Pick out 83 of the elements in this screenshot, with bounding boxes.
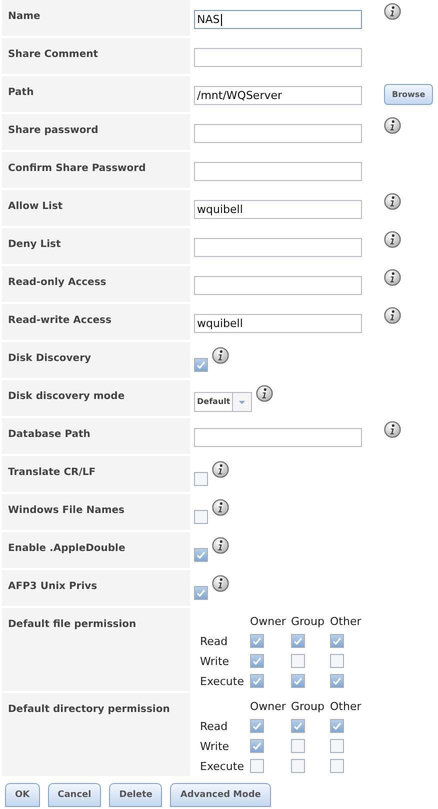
checkbox[interactable] xyxy=(194,472,208,486)
info-icon[interactable] xyxy=(384,3,401,20)
caret-icon xyxy=(238,400,246,404)
info-icon[interactable] xyxy=(212,461,229,478)
checkbox[interactable] xyxy=(291,719,305,733)
info-icon[interactable] xyxy=(212,499,229,516)
checkbox[interactable] xyxy=(194,586,208,600)
permission-label: Read xyxy=(200,634,229,648)
field-label: Share password xyxy=(2,114,190,150)
info-icon[interactable] xyxy=(212,537,229,554)
column-header: Group xyxy=(291,614,326,628)
checkbox[interactable] xyxy=(330,759,344,773)
field-label: Confirm Share Password xyxy=(2,152,190,188)
field-label: Read-write Access xyxy=(2,304,190,340)
field-label: Default directory permission xyxy=(2,693,190,776)
checkbox[interactable] xyxy=(250,674,264,688)
field-label: Share Comment xyxy=(2,38,190,74)
input-field[interactable]: wquibell xyxy=(194,314,362,333)
info-icon[interactable] xyxy=(256,385,274,402)
column-header: Group xyxy=(291,700,326,712)
field-label: Default file permission xyxy=(2,608,190,691)
permission-label: Read xyxy=(200,720,229,732)
checkbox[interactable] xyxy=(194,358,208,372)
info-icon[interactable] xyxy=(384,269,401,286)
column-header: Other xyxy=(330,700,362,712)
info-icon[interactable] xyxy=(212,347,229,364)
field-label: Path xyxy=(2,76,190,112)
info-icon[interactable] xyxy=(384,307,401,324)
field-label: Name xyxy=(2,0,190,36)
permission-label: Write xyxy=(200,654,230,668)
field-label: Windows File Names xyxy=(2,494,190,530)
input-field[interactable]: wquibell xyxy=(194,200,362,219)
checkbox[interactable] xyxy=(291,674,305,688)
checkbox[interactable] xyxy=(291,759,305,773)
checkbox[interactable] xyxy=(194,510,208,524)
form-button[interactable]: Cancel xyxy=(48,783,102,807)
field-label: AFP3 Unix Privs xyxy=(2,570,190,606)
checkbox[interactable] xyxy=(330,634,344,648)
info-icon[interactable] xyxy=(384,117,401,134)
permission-label: Write xyxy=(200,740,230,752)
browse-button[interactable]: Browse xyxy=(384,84,434,105)
input-field[interactable] xyxy=(194,276,362,295)
form-button[interactable]: Advanced Mode xyxy=(170,783,271,807)
info-icon[interactable] xyxy=(384,421,401,438)
info-icon[interactable] xyxy=(384,231,401,248)
input-field[interactable] xyxy=(194,48,362,67)
checkbox[interactable] xyxy=(250,719,264,733)
field-label: Translate CR/LF xyxy=(2,456,190,492)
field-label: Read-only Access xyxy=(2,266,190,302)
field-label: Disk Discovery xyxy=(2,342,190,378)
input-field[interactable] xyxy=(194,124,362,143)
checkbox[interactable] xyxy=(194,548,208,562)
field-label: Deny List xyxy=(2,228,190,264)
checkbox[interactable] xyxy=(250,654,264,668)
checkbox[interactable] xyxy=(330,654,344,668)
permission-label: Execute xyxy=(200,760,245,772)
checkbox[interactable] xyxy=(291,654,305,668)
info-icon[interactable] xyxy=(212,575,229,592)
input-field[interactable] xyxy=(194,162,362,181)
checkbox[interactable] xyxy=(291,634,305,648)
column-header: Owner xyxy=(250,614,287,628)
field-label: Enable .AppleDouble xyxy=(2,532,190,568)
checkbox[interactable] xyxy=(250,634,264,648)
field-label: Database Path xyxy=(2,418,190,454)
input-field[interactable] xyxy=(194,428,362,447)
field-label: Disk discovery mode xyxy=(2,380,190,416)
permission-label: Execute xyxy=(200,674,245,688)
checkbox[interactable] xyxy=(330,674,344,688)
input-field[interactable]: NAS xyxy=(194,10,362,29)
field-label: Allow List xyxy=(2,190,190,226)
form-button[interactable]: Delete xyxy=(109,783,162,807)
column-header: Owner xyxy=(250,700,287,712)
form-button[interactable]: OK xyxy=(5,783,40,807)
checkbox[interactable] xyxy=(330,739,344,753)
checkbox[interactable] xyxy=(250,759,264,773)
checkbox[interactable] xyxy=(250,739,264,753)
checkbox[interactable] xyxy=(330,719,344,733)
info-icon[interactable] xyxy=(384,193,401,210)
column-header: Other xyxy=(330,614,362,628)
checkbox[interactable] xyxy=(291,739,305,753)
input-field[interactable]: /mnt/WQServer xyxy=(194,86,362,105)
dropdown[interactable]: Default xyxy=(194,392,252,412)
input-field[interactable] xyxy=(194,238,362,257)
